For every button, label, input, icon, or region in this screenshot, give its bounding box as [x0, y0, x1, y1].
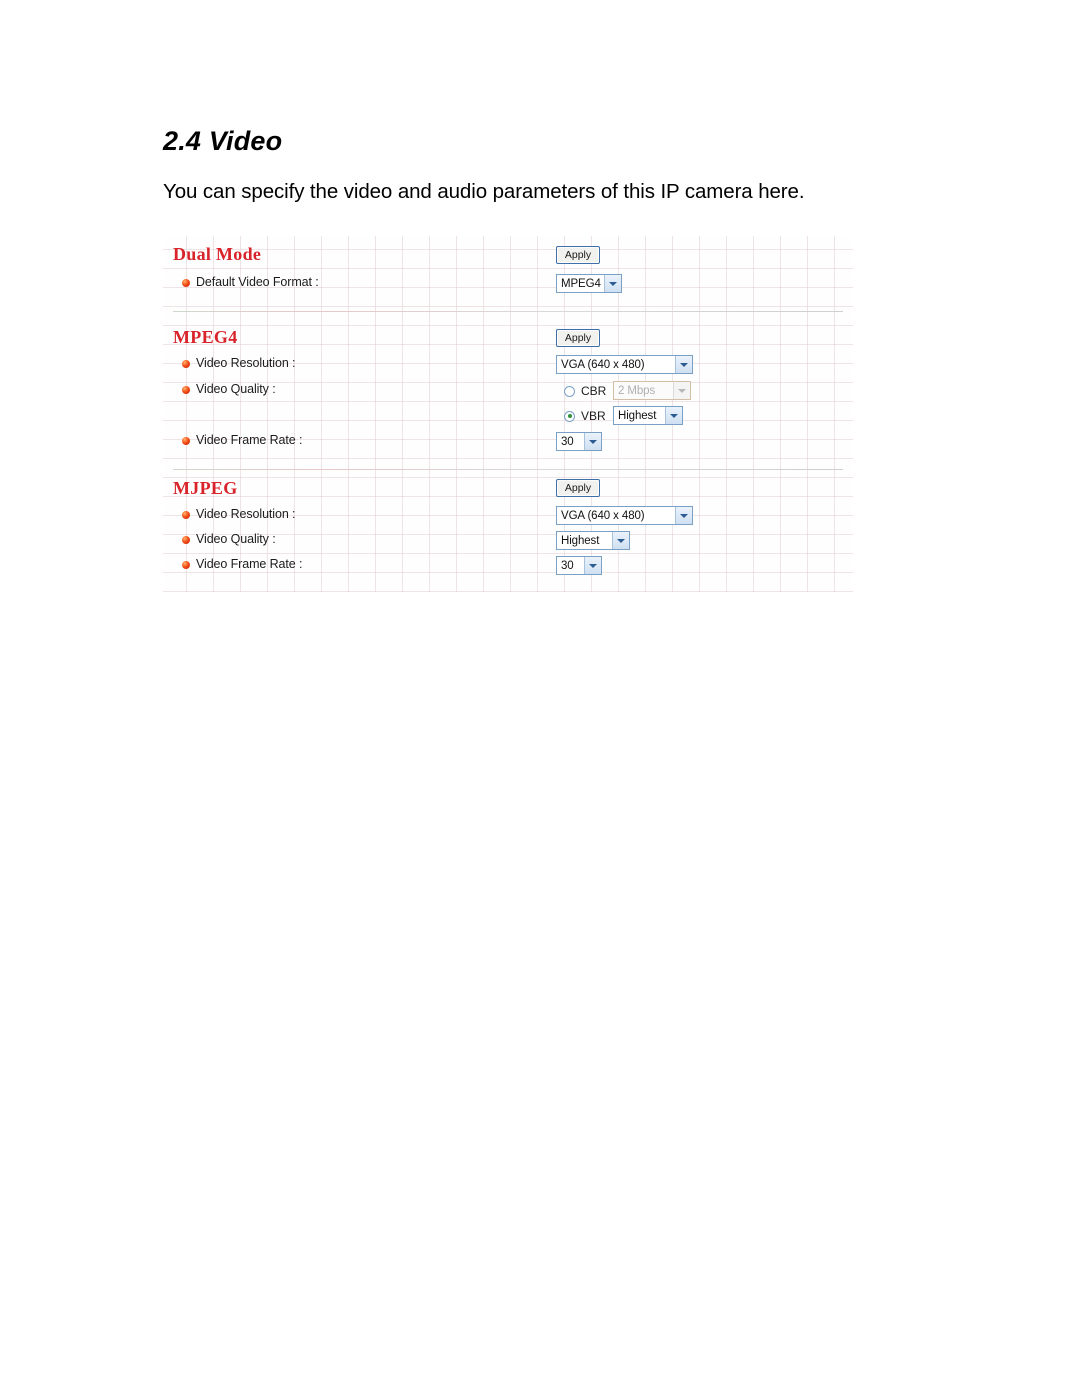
- field-mjpeg-video-frame-rate: Video Frame Rate : 30: [163, 556, 853, 576]
- section-title-mpeg4: MPEG4: [173, 327, 238, 347]
- chevron-down-icon[interactable]: [675, 507, 692, 524]
- dropdown-value: MPEG4: [561, 277, 601, 290]
- chevron-down-icon[interactable]: [612, 532, 629, 549]
- label-mjpeg-video-resolution: Video Resolution :: [196, 507, 296, 521]
- page-intro-text: You can specify the video and audio para…: [163, 180, 805, 203]
- bullet-icon: [182, 536, 190, 544]
- section-title-dual-mode: Dual Mode: [173, 244, 262, 264]
- dropdown-default-video-format[interactable]: MPEG4: [556, 274, 622, 293]
- camera-video-settings-screenshot: Dual Mode Apply Default Video Format : M…: [163, 236, 853, 592]
- dropdown-value: 30: [561, 435, 574, 448]
- label-vbr: VBR: [581, 409, 606, 423]
- bullet-icon: [182, 437, 190, 445]
- bullet-icon: [182, 279, 190, 287]
- label-mpeg4-video-frame-rate: Video Frame Rate :: [196, 433, 303, 447]
- label-cbr: CBR: [581, 384, 607, 398]
- chevron-down-icon[interactable]: [584, 433, 601, 450]
- dropdown-value: 2 Mbps: [618, 384, 656, 397]
- label-mjpeg-video-frame-rate: Video Frame Rate :: [196, 557, 303, 571]
- dropdown-value: Highest: [618, 409, 657, 422]
- chevron-down-icon[interactable]: [584, 557, 601, 574]
- dropdown-value: VGA (640 x 480): [561, 509, 645, 522]
- radio-row-vbr[interactable]: VBR: [564, 406, 606, 426]
- section-title-mjpeg: MJPEG: [173, 478, 238, 498]
- label-mjpeg-video-quality: Video Quality :: [196, 532, 276, 546]
- label-mpeg4-video-quality: Video Quality :: [196, 382, 276, 396]
- field-mpeg4-video-quality: Video Quality :: [163, 381, 853, 401]
- apply-button-mpeg4[interactable]: Apply: [556, 329, 600, 347]
- field-mpeg4-video-frame-rate: Video Frame Rate : 30: [163, 432, 853, 452]
- radio-cbr[interactable]: [564, 385, 575, 397]
- field-default-video-format: Default Video Format : MPEG4: [163, 274, 853, 294]
- field-mpeg4-video-resolution: Video Resolution : VGA (640 x 480): [163, 355, 853, 375]
- chevron-down-icon[interactable]: [604, 275, 621, 292]
- section-divider-2: [173, 469, 843, 470]
- bullet-icon: [182, 386, 190, 394]
- apply-button-mjpeg[interactable]: Apply: [556, 479, 600, 497]
- chevron-down-icon[interactable]: [673, 382, 690, 399]
- chevron-down-icon[interactable]: [675, 356, 692, 373]
- dropdown-mpeg4-video-frame-rate[interactable]: 30: [556, 432, 602, 451]
- dropdown-value: Highest: [561, 534, 600, 547]
- page-title: 2.4 Video: [163, 126, 283, 156]
- dropdown-vbr-quality[interactable]: Highest: [613, 406, 683, 425]
- dropdown-value: 30: [561, 559, 574, 572]
- chevron-down-icon[interactable]: [665, 407, 682, 424]
- dropdown-value: VGA (640 x 480): [561, 358, 645, 371]
- bullet-icon: [182, 360, 190, 368]
- radio-row-cbr[interactable]: CBR: [564, 381, 606, 401]
- bullet-icon: [182, 511, 190, 519]
- field-mjpeg-video-resolution: Video Resolution : VGA (640 x 480): [163, 506, 853, 526]
- bullet-icon: [182, 561, 190, 569]
- dropdown-cbr-bitrate[interactable]: 2 Mbps: [613, 381, 691, 400]
- dropdown-mpeg4-video-resolution[interactable]: VGA (640 x 480): [556, 355, 693, 374]
- radio-vbr[interactable]: [564, 410, 575, 422]
- label-default-video-format: Default Video Format :: [196, 275, 319, 289]
- field-mjpeg-video-quality: Video Quality : Highest: [163, 531, 853, 551]
- dropdown-mjpeg-video-frame-rate[interactable]: 30: [556, 556, 602, 575]
- section-divider-1: [173, 311, 843, 312]
- apply-button-dual-mode[interactable]: Apply: [556, 246, 600, 264]
- dropdown-mjpeg-video-resolution[interactable]: VGA (640 x 480): [556, 506, 693, 525]
- dropdown-mjpeg-video-quality[interactable]: Highest: [556, 531, 630, 550]
- label-mpeg4-video-resolution: Video Resolution :: [196, 356, 296, 370]
